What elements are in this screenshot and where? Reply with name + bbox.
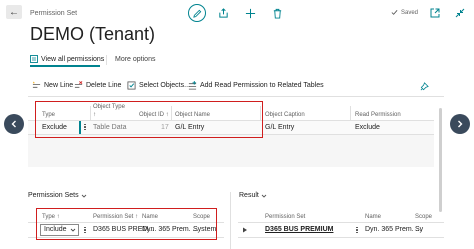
back-arrow-icon: ← <box>9 6 19 18</box>
permission-sets-header[interactable]: Permission Sets <box>28 192 87 199</box>
result-name-cell: Dyn. 365 Prem. ... <box>365 226 422 233</box>
view-all-permissions-label: View all permissions <box>41 55 105 63</box>
permissions-part: New Line Delete Line Select Objects... A… <box>28 72 444 249</box>
result-col-permission-set-header[interactable]: Permission Set <box>265 214 305 220</box>
delete-button[interactable] <box>270 6 284 20</box>
delete-line-label: Delete Line <box>86 82 122 89</box>
select-objects-label: Select Objects... <box>139 82 190 89</box>
open-external-icon <box>430 8 440 18</box>
page-header: ← Permission Set Saved <box>0 0 474 26</box>
result-row-actions-icon[interactable] <box>353 225 361 235</box>
result-row-divider <box>238 237 444 238</box>
more-options-tab[interactable]: More options <box>115 56 155 63</box>
saved-status: Saved <box>391 9 418 16</box>
row-pointer-icon <box>243 227 247 233</box>
permission-sets-title: Permission Sets <box>28 192 79 199</box>
result-permission-set-cell[interactable]: D365 BUS PREMIUM <box>265 226 333 233</box>
next-record-button[interactable] <box>450 114 470 134</box>
collapse-button[interactable] <box>454 7 466 19</box>
plus-icon <box>245 8 255 18</box>
view-all-underline <box>30 65 100 67</box>
page-title: DEMO (Tenant) <box>30 24 156 44</box>
new-button[interactable] <box>243 6 257 20</box>
vertical-scrollbar[interactable] <box>439 108 442 212</box>
trash-icon <box>273 8 281 19</box>
highlight-box-main <box>35 101 263 138</box>
result-col-name-header[interactable]: Name <box>365 214 381 220</box>
select-objects-icon <box>127 81 136 90</box>
new-line-button[interactable]: New Line <box>32 81 73 90</box>
col-read-permission-header[interactable]: Read Permission <box>355 112 401 118</box>
result-table-row[interactable]: D365 BUS PREMIUM Dyn. 365 Prem. ... Sy <box>238 223 444 237</box>
result-header[interactable]: Result <box>239 192 267 199</box>
delete-line-button[interactable]: Delete Line <box>74 81 121 90</box>
edit-button[interactable] <box>188 4 206 22</box>
add-read-permission-button[interactable]: Add Read Permission to Related Tables <box>188 81 324 90</box>
chevron-down-icon <box>261 194 267 198</box>
col-object-caption-header[interactable]: Object Caption <box>265 112 305 118</box>
view-all-permissions-tab[interactable]: View all permissions <box>30 55 104 63</box>
share-icon <box>218 7 228 18</box>
breadcrumb: Permission Set <box>30 10 78 17</box>
new-line-label: New Line <box>44 82 74 89</box>
result-title: Result <box>239 192 259 199</box>
previous-record-button[interactable] <box>4 114 24 134</box>
delete-line-icon <box>74 81 83 88</box>
result-scope-cell: Sy <box>415 226 424 233</box>
row-object-caption-cell: G/L Entry <box>265 124 295 131</box>
select-objects-button[interactable]: Select Objects... <box>127 81 190 90</box>
open-new-window-button[interactable] <box>429 7 441 19</box>
result-col-scope-header[interactable]: Scope <box>415 214 432 220</box>
header-col-sep <box>350 106 351 120</box>
add-read-icon <box>188 81 197 90</box>
back-button[interactable]: ← <box>6 5 22 19</box>
checkmark-icon <box>391 10 398 15</box>
collapse-icon <box>455 8 465 18</box>
parts-divider <box>230 192 231 249</box>
highlight-box-permission-sets <box>36 208 217 240</box>
add-read-permission-label: Add Read Permission to Related Tables <box>200 82 324 89</box>
row-read-permission-cell[interactable]: Exclude <box>355 124 380 131</box>
pencil-icon <box>192 9 201 18</box>
tab-divider <box>106 55 107 65</box>
share-button[interactable] <box>216 6 230 20</box>
lines-toolbar: New Line Delete Line Select Objects... A… <box>28 80 444 92</box>
pin-button[interactable] <box>418 80 430 92</box>
permissions-icon <box>30 55 38 63</box>
toolbar-divider <box>28 96 444 97</box>
new-line-icon <box>32 81 41 88</box>
chevron-down-icon <box>81 194 86 198</box>
chevron-left-icon <box>11 120 16 128</box>
empty-rows-area <box>28 135 434 167</box>
chevron-right-icon <box>458 120 463 128</box>
saved-label: Saved <box>401 9 419 16</box>
pin-icon <box>420 81 429 90</box>
